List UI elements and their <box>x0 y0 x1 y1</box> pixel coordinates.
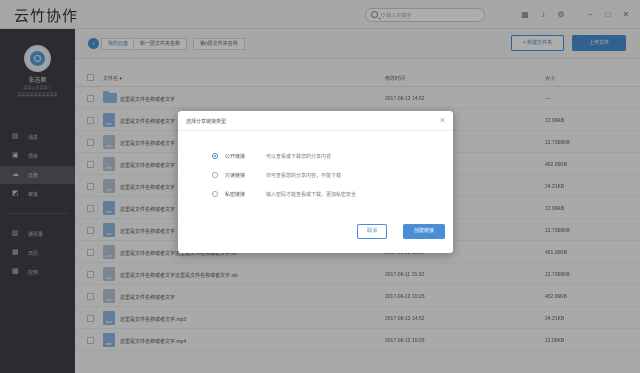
share-link-dialog: 选择分享链接类型 × 公开链接 可以查看或下载您的分享内容 只读链接 仅可查看您… <box>178 111 453 253</box>
close-icon[interactable]: × <box>440 115 445 125</box>
option-label: 只读链接 <box>225 173 246 179</box>
radio-public[interactable] <box>212 153 218 159</box>
option-desc: 输入密码才能查看或下载，更加私密安全 <box>266 192 357 198</box>
cancel-button[interactable]: 取消 <box>357 224 387 239</box>
dialog-title: 选择分享链接类型 <box>186 119 227 125</box>
option-label: 公开链接 <box>225 154 246 160</box>
option-desc: 仅可查看您的分享内容，不能下载 <box>266 173 342 179</box>
radio-private[interactable] <box>212 191 218 197</box>
dialog-header: 选择分享链接类型 × <box>178 111 453 131</box>
radio-readonly[interactable] <box>212 172 218 178</box>
create-link-button[interactable]: 创建链接 <box>403 224 445 239</box>
option-label: 私密链接 <box>225 192 246 198</box>
option-desc: 可以查看或下载您的分享内容 <box>266 154 332 160</box>
